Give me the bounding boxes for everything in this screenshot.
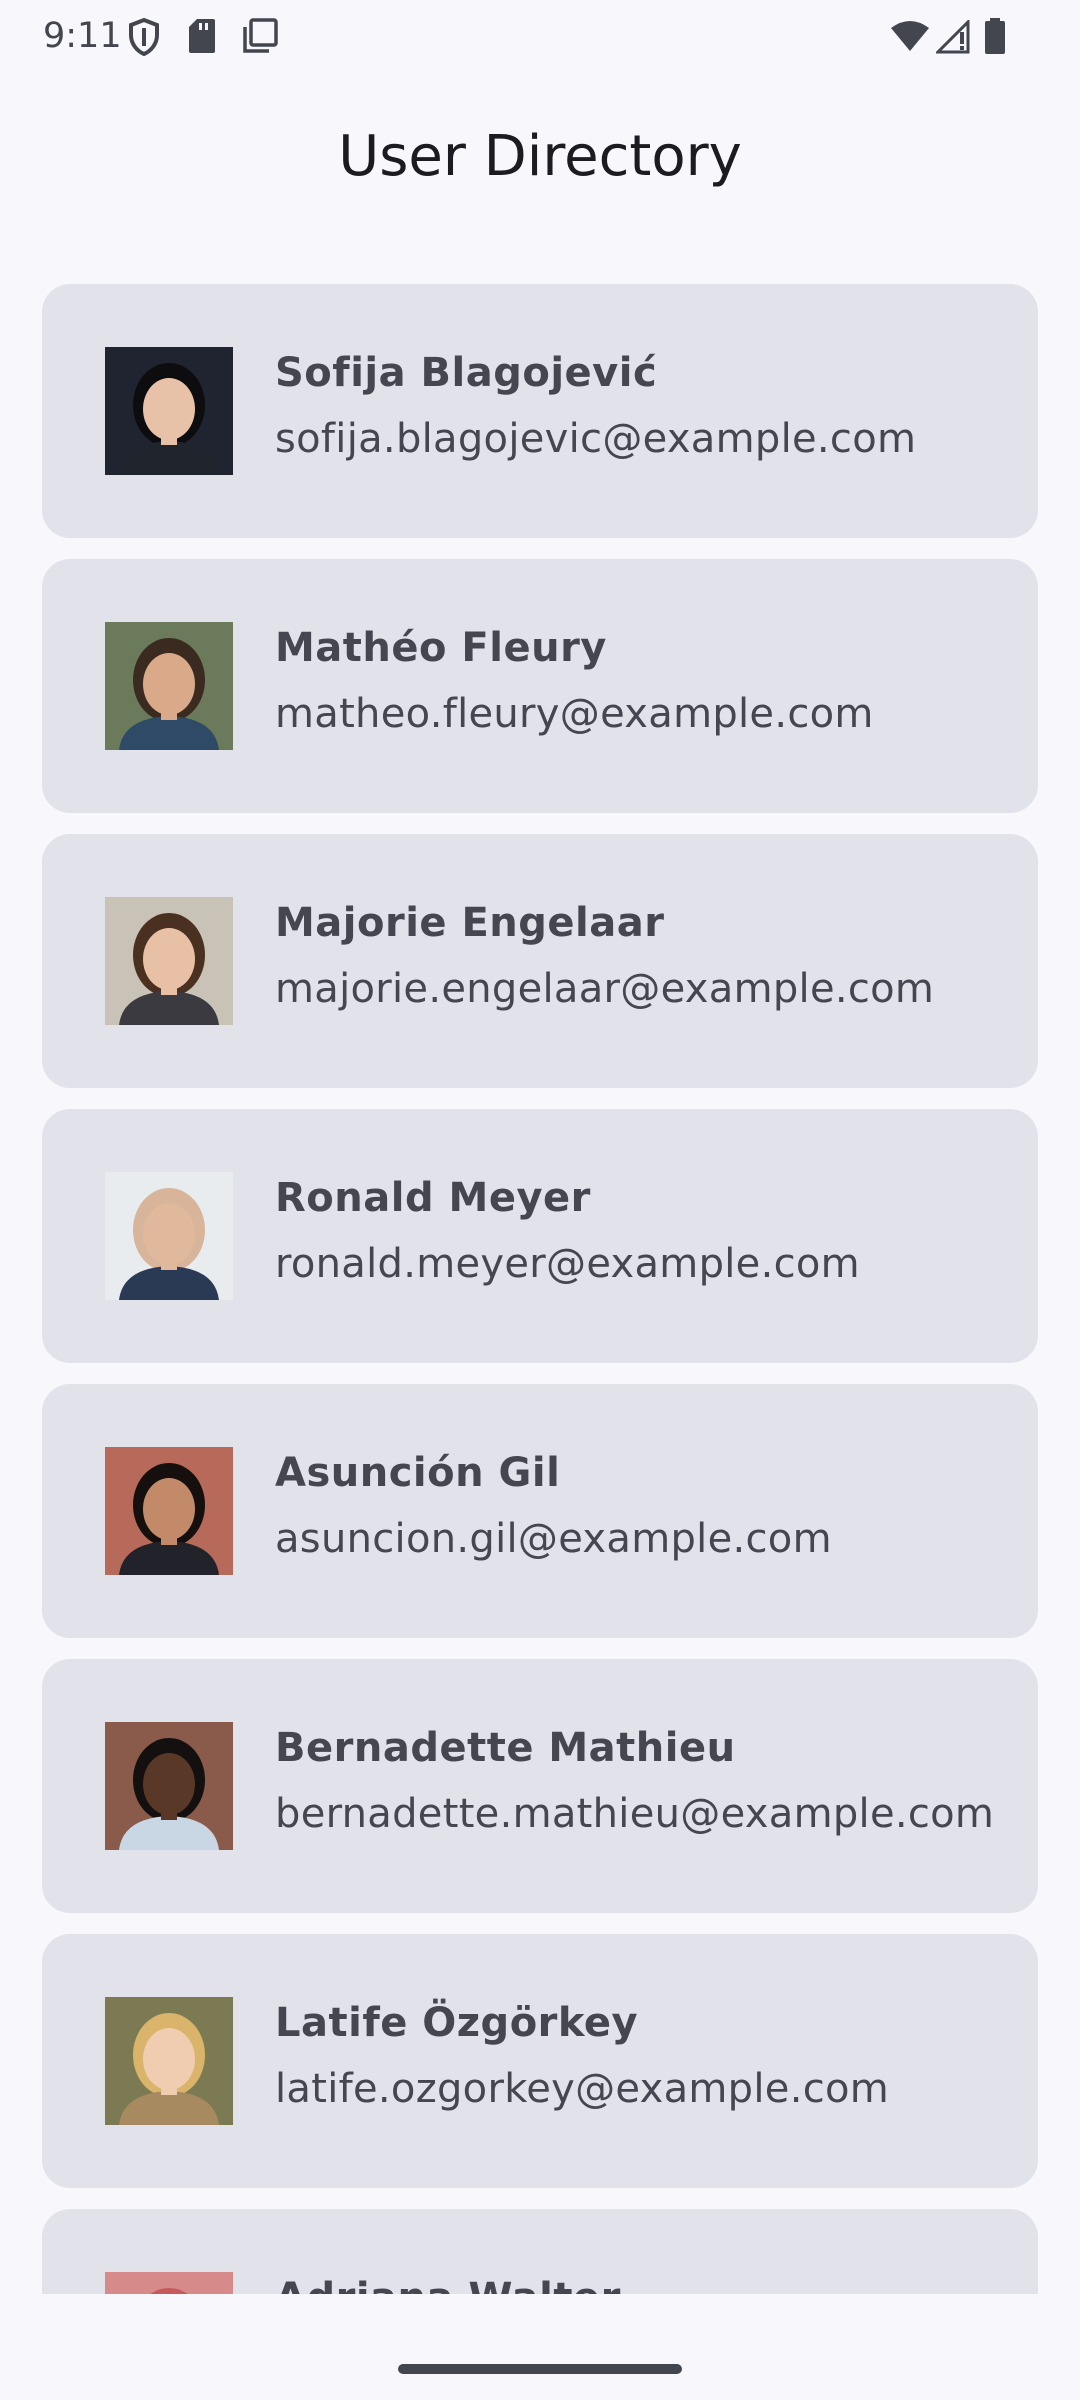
user-email: asuncion.gil@example.com <box>275 1516 832 1562</box>
user-card[interactable]: Ronald Meyer ronald.meyer@example.com <box>42 1109 1038 1363</box>
home-indicator[interactable] <box>398 2364 682 2374</box>
user-card[interactable]: Mathéo Fleury matheo.fleury@example.com <box>42 559 1038 813</box>
user-list[interactable]: Sofija Blagojević sofija.blagojevic@examp… <box>0 0 1080 2294</box>
user-name: Adriana Walter <box>275 2273 621 2294</box>
user-name: Bernadette Mathieu <box>275 1725 736 1771</box>
user-name: Majorie Engelaar <box>275 900 665 946</box>
user-card[interactable]: Adriana Walteradriana.walter@example.com <box>42 2209 1038 2294</box>
user-avatar <box>105 1447 233 1575</box>
user-email: bernadette.mathieu@example.com <box>275 1791 995 1837</box>
user-avatar <box>105 347 233 475</box>
user-email: ronald.meyer@example.com <box>275 1241 860 1287</box>
user-name: Ronald Meyer <box>275 1175 591 1221</box>
user-email: latife.ozgorkey@example.com <box>275 2066 890 2112</box>
user-name: Latife Özgörkey <box>275 2000 639 2046</box>
user-card[interactable]: Bernadette Mathieu bernadette.mathieu@exa… <box>42 1659 1038 1913</box>
user-card[interactable]: Latife Özgörkey latife.ozgorkey@example.c… <box>42 1934 1038 2188</box>
user-card[interactable]: Majorie Engelaar majorie.engelaar@example… <box>42 834 1038 1088</box>
user-card[interactable]: Asunción Gil asuncion.gil@example.com <box>42 1384 1038 1638</box>
user-email: matheo.fleury@example.com <box>275 691 874 737</box>
user-name: Asunción Gil <box>275 1450 561 1496</box>
user-avatar <box>105 1997 233 2125</box>
user-email: majorie.engelaar@example.com <box>275 966 935 1012</box>
user-card[interactable]: Sofija Blagojević sofija.blagojevic@examp… <box>42 284 1038 538</box>
user-name: Sofija Blagojević <box>275 350 658 396</box>
user-email: sofija.blagojevic@example.com <box>275 416 917 462</box>
user-avatar <box>105 1722 233 1850</box>
user-name: Mathéo Fleury <box>275 625 607 671</box>
user-avatar <box>105 897 233 1025</box>
user-avatar <box>105 2272 233 2294</box>
user-avatar <box>105 622 233 750</box>
user-avatar <box>105 1172 233 1300</box>
